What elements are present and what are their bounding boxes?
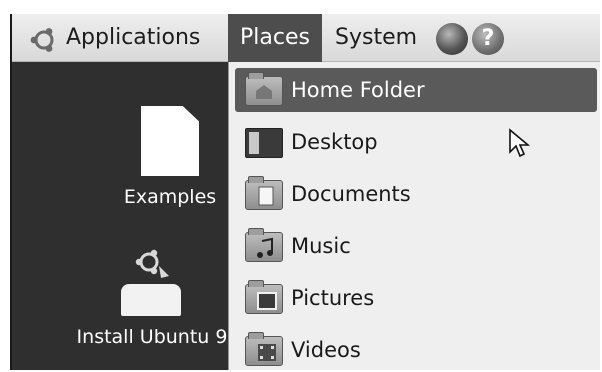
menu-item-pictures[interactable]: Pictures [235,276,597,320]
menu-item-label: Desktop [291,130,378,154]
ubuntu-logo-icon [30,28,54,52]
help-glyph: ? [481,26,495,51]
installer-logo-icon [135,249,169,278]
installer-drive [121,284,181,316]
system-menu[interactable]: System [335,14,417,62]
pictures-folder-icon [245,280,283,314]
places-menu[interactable]: Places [228,14,322,62]
applications-label: Applications [66,25,201,50]
menu-item-label: Pictures [291,286,375,310]
top-panel: Applications Places System ? [12,14,600,62]
web-browser-icon[interactable] [436,23,468,55]
document-icon [141,106,199,176]
screen: Applications Places System ? Examples In… [10,14,600,370]
system-label: System [335,25,418,50]
menu-item-label: Videos [291,338,361,362]
desktop-item-label: Examples [123,186,217,208]
desktop-item-label: Install Ubuntu 9 [76,326,228,348]
desktop-item-install-ubuntu[interactable]: Install Ubuntu 9 [52,244,252,348]
installer-icon [117,244,187,316]
desktop-item-examples[interactable]: Examples [110,106,230,208]
documents-folder-icon [245,176,283,210]
menu-item-music[interactable]: Music [235,224,597,268]
desktop-icon [245,128,283,158]
menu-item-label: Music [291,234,351,258]
mouse-cursor-icon [509,128,530,158]
menu-item-desktop[interactable]: Desktop [235,120,597,164]
help-icon[interactable]: ? [472,23,504,55]
videos-folder-icon [245,332,283,366]
menu-item-documents[interactable]: Documents [235,172,597,216]
places-dropdown-menu: Home Folder Desktop Documents Music Pict… [228,62,600,370]
menu-item-label: Documents [291,182,411,206]
music-folder-icon [245,228,283,262]
places-label: Places [240,25,310,50]
applications-menu[interactable]: Applications [24,14,200,62]
menu-item-videos[interactable]: Videos [235,328,597,370]
menu-item-label: Home Folder [291,78,425,102]
menu-item-home-folder[interactable]: Home Folder [235,68,597,112]
home-folder-icon [245,72,283,106]
